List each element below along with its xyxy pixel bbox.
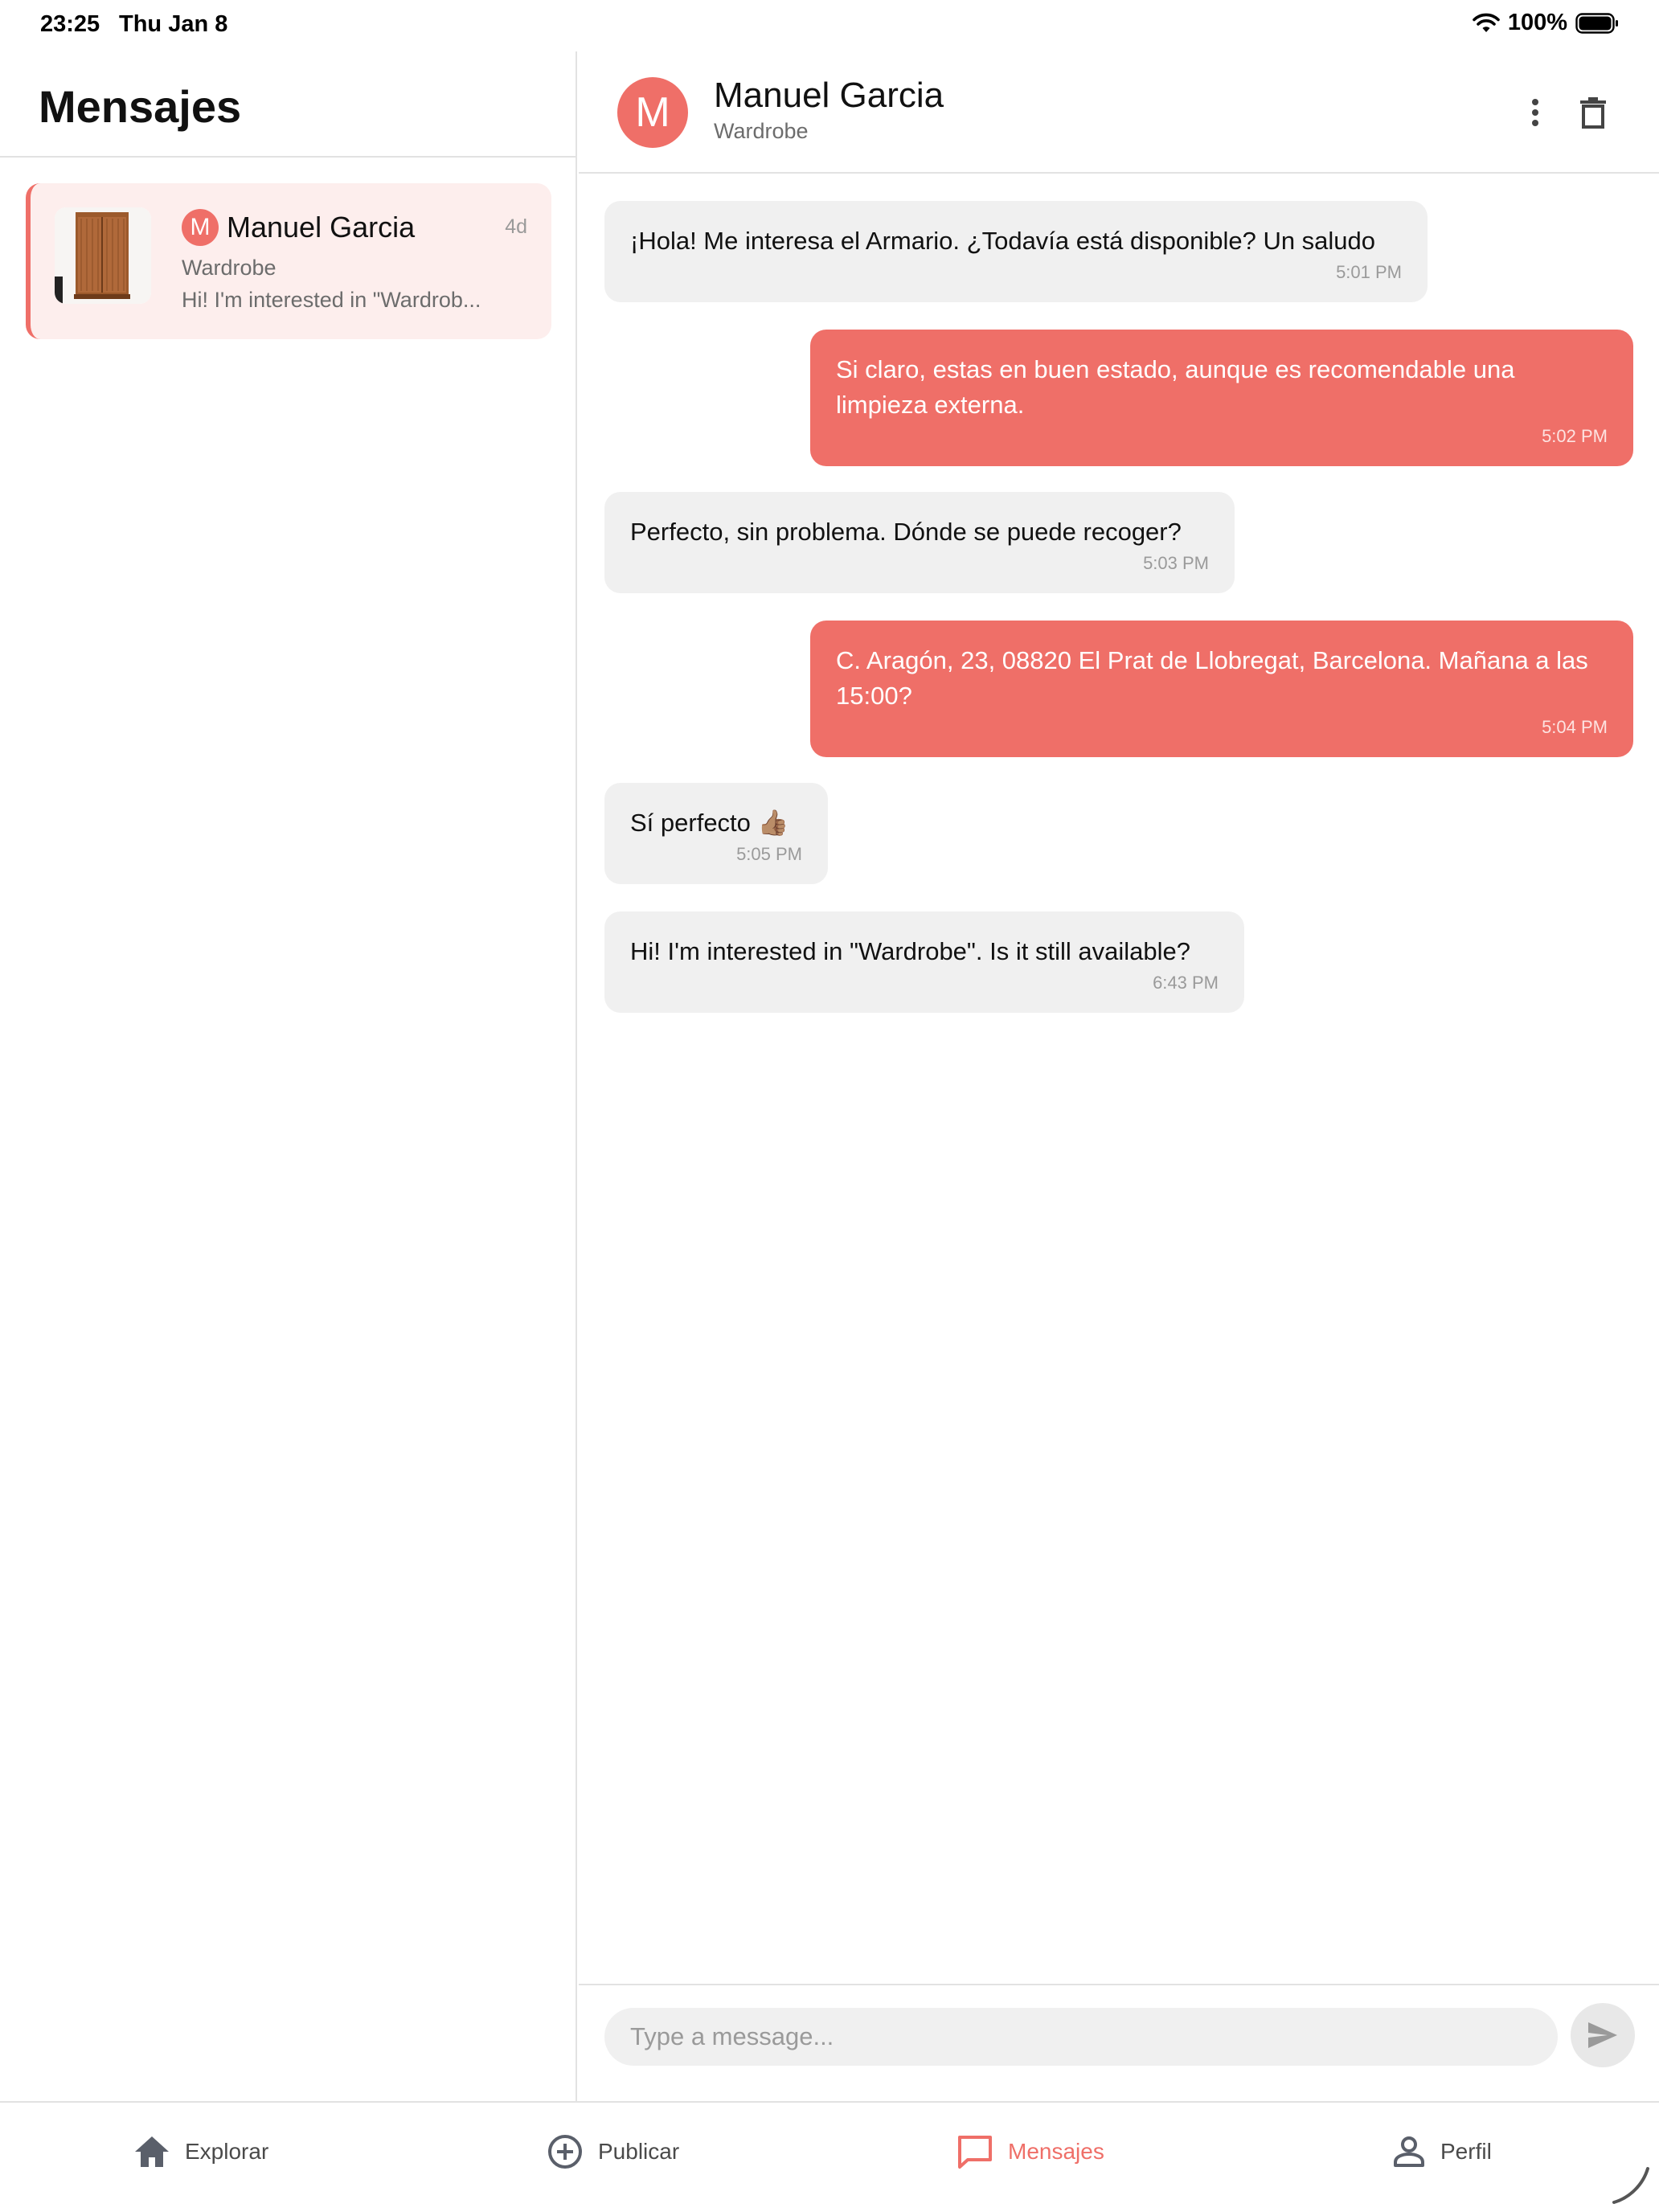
chat-product-name: Wardrobe [714, 119, 809, 143]
message-text: Perfecto, sin problema. Dónde se puede r… [630, 518, 1182, 546]
message-input[interactable] [604, 2008, 1558, 2066]
message-time: 5:01 PM [1336, 262, 1402, 282]
delete-conversation-button[interactable] [1569, 88, 1617, 137]
message-bubble-incoming: Sí perfecto 👍🏽 5:05 PM [604, 783, 828, 884]
app: 23:25 Thu Jan 8 100% Mensajes M Manuel G… [0, 0, 1659, 2212]
message-bubble-incoming: Hi! I'm interested in "Wardrobe". Is it … [604, 911, 1244, 1013]
message-composer [579, 1984, 1659, 2101]
message-time: 5:03 PM [1143, 553, 1209, 573]
person-icon [1394, 2136, 1424, 2167]
conversation-product: Wardrobe [182, 256, 276, 280]
nav-label: Mensajes [1008, 2139, 1104, 2164]
trash-icon [1580, 97, 1606, 129]
send-button[interactable] [1571, 2003, 1635, 2067]
resize-corner-icon [1612, 2167, 1649, 2204]
wifi-icon [1473, 13, 1500, 32]
message-bubble-incoming: Perfecto, sin problema. Dónde se puede r… [604, 492, 1235, 593]
message-time: 5:05 PM [736, 844, 802, 864]
message-text: C. Aragón, 23, 08820 El Prat de Llobrega… [836, 646, 1588, 710]
conversation-time: 4d [505, 215, 527, 238]
page-title: Mensajes [39, 81, 242, 132]
message-text: Si claro, estas en buen estado, aunque e… [836, 355, 1515, 419]
nav-label: Publicar [598, 2139, 680, 2164]
more-options-button[interactable] [1511, 88, 1559, 137]
message-text: Hi! I'm interested in "Wardrobe". Is it … [630, 937, 1190, 965]
nav-item-publicar[interactable]: Publicar [547, 2124, 679, 2180]
message-time: 5:02 PM [1542, 426, 1608, 446]
more-vertical-icon [1532, 99, 1538, 126]
chat-contact-name: Manuel Garcia [714, 76, 944, 115]
product-thumbnail [55, 207, 151, 304]
battery-icon [1575, 12, 1619, 34]
conversation-preview: Hi! I'm interested in "Wardrob... [182, 288, 481, 312]
avatar: M [182, 209, 219, 246]
message-time: 6:43 PM [1153, 973, 1219, 993]
chat-pane: M Manuel Garcia Wardrobe ¡Hola! Me inter… [579, 51, 1659, 2101]
home-icon [135, 2136, 169, 2167]
plus-circle-icon [548, 2135, 582, 2169]
battery-percent: 100% [1507, 10, 1567, 35]
chat-header: M Manuel Garcia Wardrobe [579, 51, 1659, 174]
nav-item-explorar[interactable]: Explorar [133, 2124, 268, 2180]
status-indicators: 100% [1473, 10, 1619, 36]
status-time: 23:25 [40, 11, 100, 37]
status-date: Thu Jan 8 [119, 11, 228, 37]
message-time: 5:04 PM [1542, 717, 1608, 737]
message-bubble-outgoing: C. Aragón, 23, 08820 El Prat de Llobrega… [810, 621, 1633, 757]
message-text: Sí perfecto 👍🏽 [630, 809, 789, 837]
message-bubble-outgoing: Si claro, estas en buen estado, aunque e… [810, 330, 1633, 466]
nav-item-mensajes[interactable]: Mensajes [956, 2124, 1104, 2180]
avatar: M [617, 77, 688, 148]
nav-label: Explorar [185, 2139, 269, 2164]
chat-icon [958, 2136, 992, 2169]
conversation-name: Manuel Garcia [227, 211, 416, 244]
message-bubble-incoming: ¡Hola! Me interesa el Armario. ¿Todavía … [604, 201, 1428, 302]
conversation-item[interactable]: M Manuel Garcia 4d Wardrobe Hi! I'm inte… [26, 183, 551, 339]
bottom-navigation: Explorar Publicar Mensajes Perfil [0, 2101, 1659, 2212]
wardrobe-image [55, 207, 151, 304]
nav-item-perfil[interactable]: Perfil [1392, 2124, 1492, 2180]
nav-label: Perfil [1440, 2139, 1492, 2164]
sidebar-header: Mensajes [0, 51, 576, 158]
send-icon [1588, 2022, 1617, 2048]
status-bar: 23:25 Thu Jan 8 100% [0, 0, 1659, 51]
conversation-sidebar: Mensajes M Manuel Garcia 4d Wardrobe Hi!… [0, 51, 577, 2101]
message-text: ¡Hola! Me interesa el Armario. ¿Todavía … [630, 227, 1376, 255]
